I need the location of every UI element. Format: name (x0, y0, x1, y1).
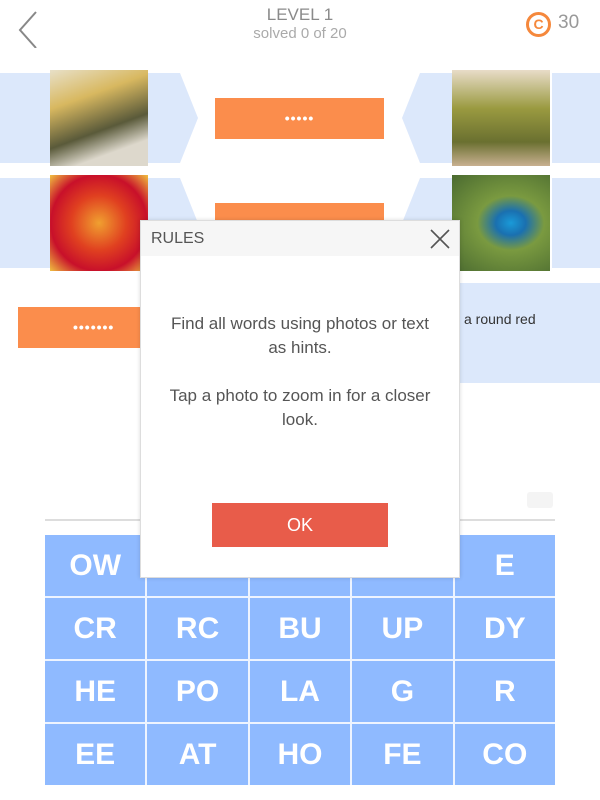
letter-tile[interactable]: BU (249, 598, 351, 659)
photo-peacock[interactable] (452, 175, 550, 271)
letter-tile[interactable]: R (454, 661, 555, 722)
rules-dialog: RULES Find all words using photos or tex… (140, 220, 460, 578)
letter-tile[interactable]: EE (45, 724, 146, 785)
rules-text-2: Tap a photo to zoom in for a closer look… (169, 386, 431, 429)
clear-icon[interactable] (527, 492, 553, 508)
dialog-title: RULES (151, 230, 205, 247)
level-progress: solved 0 of 20 (253, 25, 347, 42)
coin-count: 30 (558, 12, 580, 33)
clue-band (552, 178, 600, 268)
rules-text-1: Find all words using photos or text as h… (171, 314, 429, 357)
letter-tile[interactable]: RC (147, 598, 248, 659)
letter-tile[interactable]: CO (454, 724, 555, 785)
clue-band (0, 73, 50, 163)
clue-band (0, 178, 50, 268)
letter-tile[interactable]: CR (45, 598, 146, 659)
arrow-right-shape (148, 73, 198, 163)
photo-carnival[interactable] (50, 175, 148, 271)
dialog-header: RULES (141, 221, 459, 256)
letter-tile[interactable]: HO (249, 724, 351, 785)
letter-tile[interactable]: E (454, 535, 555, 596)
letter-tile[interactable]: OW (45, 535, 146, 596)
letter-tile[interactable]: UP (352, 598, 453, 659)
photo-baby[interactable] (50, 70, 148, 166)
letter-tile[interactable]: HE (45, 661, 146, 722)
close-icon[interactable] (429, 228, 451, 250)
letter-tile[interactable]: FE (352, 724, 453, 785)
level-title: LEVEL 1 (266, 5, 334, 24)
coin-icon: C (526, 12, 551, 37)
answer-slot[interactable]: ••••• (215, 98, 384, 139)
letter-tile[interactable]: AT (147, 724, 248, 785)
letter-tile[interactable]: DY (454, 598, 555, 659)
arrow-left-shape (402, 73, 452, 163)
ok-button[interactable]: OK (212, 503, 388, 547)
letter-tile[interactable]: PO (147, 661, 248, 722)
letter-tile[interactable]: LA (249, 661, 351, 722)
photo-frogs[interactable] (452, 70, 550, 166)
letter-tile[interactable]: G (352, 661, 453, 722)
clue-band (552, 73, 600, 163)
